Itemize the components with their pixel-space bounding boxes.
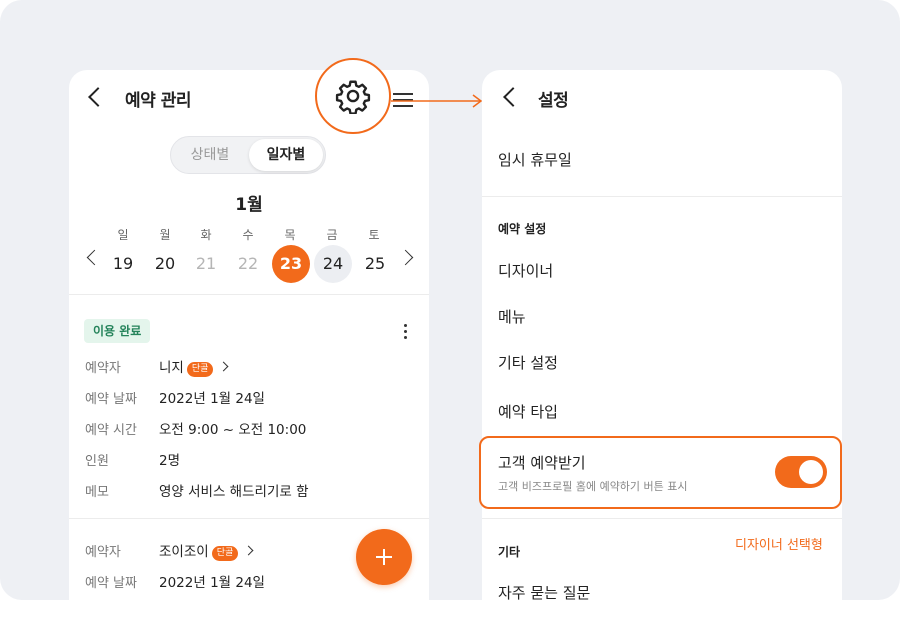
field-value: 2022년 1월 24일	[159, 575, 265, 591]
designer-selection-annotation: 디자이너 선택형	[735, 538, 823, 553]
weekday-label: 일	[117, 228, 129, 242]
field-value: 2명	[159, 453, 181, 469]
field-value: 2022년 1월 24일	[159, 391, 265, 407]
weekday-label: 화	[200, 228, 212, 242]
settings-gear-callout[interactable]	[315, 58, 391, 134]
menu-item-faq[interactable]: 자주 묻는 질문	[498, 582, 590, 600]
weekday-label: 금	[326, 228, 338, 242]
page-title: 예약 관리	[125, 91, 191, 111]
regular-customer-badge: 단골	[186, 362, 214, 377]
divider	[69, 518, 429, 519]
field-value: 오전 9:00 ~ 오전 10:00	[159, 422, 307, 438]
field-label: 메모	[85, 485, 109, 500]
menu-item-temporary-holiday[interactable]: 임시 휴무일	[498, 149, 572, 170]
field-label: 예약자	[85, 361, 121, 376]
tab-by-date[interactable]: 일자별	[249, 139, 323, 171]
field-value: 영양 서비스 해드리기로 함	[159, 484, 309, 500]
page-title: 설정	[538, 91, 569, 111]
back-button[interactable]	[85, 86, 105, 110]
field-label: 인원	[85, 454, 109, 469]
date-cell-today[interactable]: 24	[314, 245, 352, 283]
divider	[482, 518, 842, 519]
menu-item-designer[interactable]: 디자이너	[498, 260, 553, 281]
customer-name: 조이조이	[159, 544, 209, 560]
field-label: 예약자	[85, 545, 121, 560]
field-label: 예약 날짜	[85, 392, 137, 407]
date-cell-selected[interactable]: 23	[272, 245, 310, 283]
date-cell[interactable]: 22	[229, 245, 267, 283]
date-cell[interactable]: 20	[146, 245, 184, 283]
view-toggle: 상태별 일자별	[170, 136, 326, 174]
divider	[69, 294, 429, 295]
customer-reservation-title: 고객 예약받기	[498, 454, 586, 472]
header: 설정	[482, 70, 842, 126]
weekday-label: 월	[159, 228, 171, 242]
customer-name-link[interactable]: 조이조이 단골	[159, 540, 254, 561]
customer-reservation-description: 고객 비즈프로필 홈에 예약하기 버튼 표시	[498, 480, 688, 493]
tab-by-status[interactable]: 상태별	[171, 137, 249, 173]
menu-item-other-settings[interactable]: 기타 설정	[498, 352, 558, 373]
prev-week-chevron-icon[interactable]	[85, 248, 99, 268]
reservation-management-screen: 예약 관리 상태별 일자별 1월 일 월 화 수 목 금 토 19 20 21 …	[69, 70, 429, 600]
add-reservation-button[interactable]	[356, 529, 412, 585]
status-badge: 이용 완료	[84, 319, 151, 343]
customer-reservation-setting-highlight: 고객 예약받기 고객 비즈프로필 홈에 예약하기 버튼 표시	[479, 436, 842, 509]
customer-reservation-toggle[interactable]	[775, 456, 827, 488]
chevron-right-icon	[218, 361, 229, 372]
date-cell[interactable]: 19	[104, 245, 142, 283]
weekday-label: 토	[368, 228, 380, 242]
back-button[interactable]	[500, 86, 520, 110]
gear-icon	[335, 80, 371, 114]
chevron-right-icon	[243, 545, 254, 556]
canvas: 예약 관리 상태별 일자별 1월 일 월 화 수 목 금 토 19 20 21 …	[0, 0, 900, 600]
settings-screen: 설정 임시 휴무일 예약 설정 디자이너 메뉴 기타 설정 예약 타입 기타 자…	[482, 70, 842, 600]
arrow-connector-icon	[391, 94, 483, 108]
next-week-chevron-icon[interactable]	[400, 248, 414, 268]
field-label: 예약 시간	[85, 423, 137, 438]
divider	[482, 196, 842, 197]
more-options-icon[interactable]	[403, 322, 409, 340]
section-header-etc: 기타	[498, 545, 521, 559]
weekday-label: 목	[284, 228, 296, 242]
menu-item-reservation-type[interactable]: 예약 타입	[498, 401, 558, 422]
date-cell[interactable]: 21	[187, 245, 225, 283]
section-header-reservation-settings: 예약 설정	[498, 222, 547, 236]
date-cell[interactable]: 25	[356, 245, 394, 283]
weekday-label: 수	[242, 228, 254, 242]
regular-customer-badge: 단골	[211, 546, 239, 561]
customer-name: 니지	[159, 360, 184, 376]
calendar-month: 1월	[235, 195, 263, 215]
menu-item-menu[interactable]: 메뉴	[498, 306, 526, 327]
field-label: 예약 날짜	[85, 576, 137, 591]
customer-name-link[interactable]: 니지 단골	[159, 356, 229, 377]
